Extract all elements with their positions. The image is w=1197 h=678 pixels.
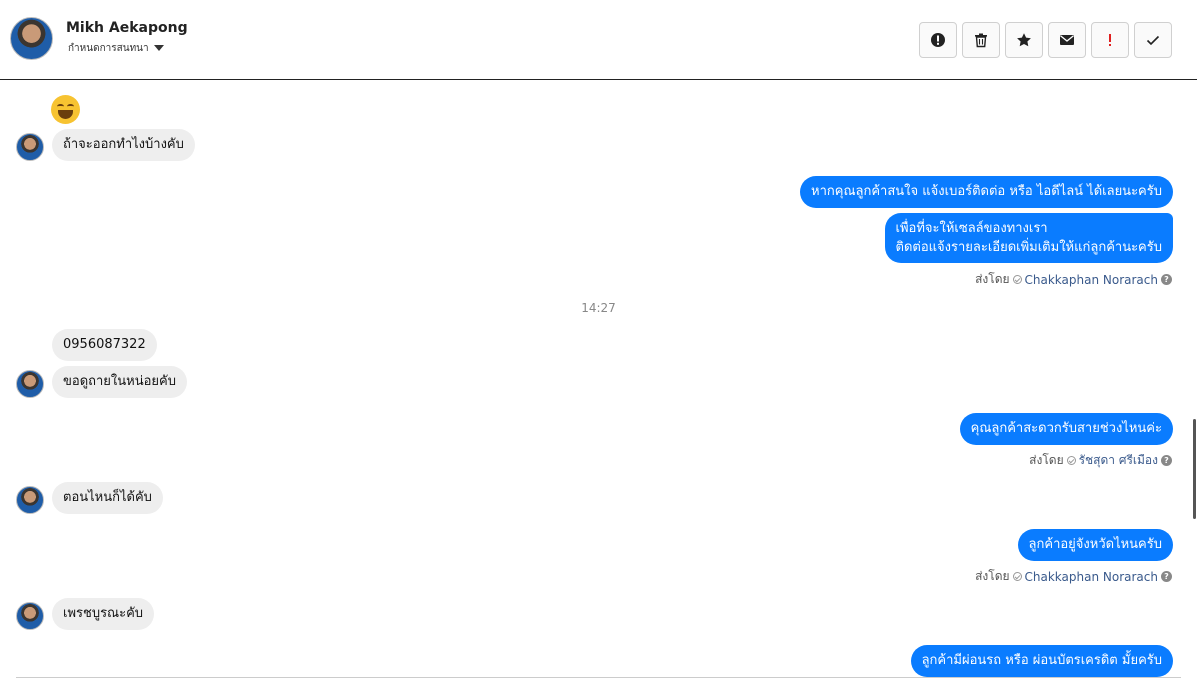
check-icon: [1146, 35, 1160, 46]
help-icon[interactable]: ?: [1161, 455, 1172, 466]
sent-by-row: ส่งโดย Chakkaphan Norarach ?: [975, 567, 1172, 586]
agent-name[interactable]: Chakkaphan Norarach: [1025, 570, 1158, 584]
contact-avatar[interactable]: [10, 17, 53, 60]
mail-button[interactable]: [1048, 22, 1086, 58]
trash-icon: [975, 33, 987, 48]
sent-by-label: ส่งโดย: [1029, 453, 1064, 467]
star-button[interactable]: [1005, 22, 1043, 58]
done-button[interactable]: [1134, 22, 1172, 58]
message-thread[interactable]: ถ้าจะออกทำไงบ้างคับ หากคุณลูกค้าสนใจ แจ้…: [0, 81, 1197, 678]
verified-check-icon: [1066, 456, 1076, 465]
alert-circle-icon: [931, 33, 945, 47]
sent-by-label: ส่งโดย: [975, 569, 1010, 583]
chat-header: Mikh Aekapong กำหนดการสนทนา: [0, 0, 1197, 80]
verified-check-icon: [1012, 572, 1022, 581]
sent-by-row: ส่งโดย Chakkaphan Norarach ?: [975, 270, 1172, 289]
message-bubble-outgoing[interactable]: คุณลูกค้าสะดวกรับสายช่วงไหนค่ะ: [959, 413, 1173, 445]
sender-avatar[interactable]: [16, 133, 44, 161]
message-bubble-incoming[interactable]: เพรชบูรณะคับ: [52, 598, 155, 630]
action-toolbar: [919, 22, 1172, 58]
contact-name[interactable]: Mikh Aekapong: [66, 20, 188, 36]
scrollbar-thumb[interactable]: [1193, 419, 1196, 519]
message-line: ติดต่อแจ้งรายละเอียดเพิ่มเติมให้แก่ลูกค้…: [895, 240, 1162, 255]
message-bubble-incoming[interactable]: ถ้าจะออกทำไงบ้างคับ: [52, 129, 195, 161]
caret-down-icon: [153, 45, 164, 51]
agent-name[interactable]: รัชสุดา ศรีเมือง: [1079, 451, 1158, 470]
message-bubble-outgoing[interactable]: หากคุณลูกค้าสนใจ แจ้งเบอร์ติดต่อ หรือ ไอ…: [800, 176, 1173, 208]
sender-avatar[interactable]: [16, 486, 44, 514]
sender-avatar[interactable]: [16, 602, 44, 630]
message-bubble-incoming[interactable]: 0956087322: [52, 329, 157, 361]
exclamation-icon: [1109, 34, 1111, 46]
timestamp-divider: 14:27: [581, 301, 616, 315]
message-line: เพื่อที่จะให้เซลล์ของทางเรา: [895, 221, 1048, 236]
conversation-settings-dropdown[interactable]: กำหนดการสนทนา: [68, 41, 164, 56]
laughing-emoji-icon: [51, 95, 80, 124]
help-icon[interactable]: ?: [1161, 274, 1172, 285]
conversation-settings-label: กำหนดการสนทนา: [68, 43, 149, 54]
message-bubble-outgoing[interactable]: ลูกค้ามีผ่อนรถ หรือ ผ่อนบัตรเครดิต มั้ยค…: [910, 645, 1173, 677]
message-bubble-outgoing[interactable]: ลูกค้าอยู่จังหวัดไหนครับ: [1017, 529, 1173, 561]
help-icon[interactable]: ?: [1161, 571, 1172, 582]
star-icon: [1017, 33, 1031, 47]
sent-by-label: ส่งโดย: [975, 272, 1010, 286]
sent-by-row: ส่งโดย รัชสุดา ศรีเมือง ?: [1029, 451, 1172, 470]
verified-check-icon: [1012, 275, 1022, 284]
message-bubble-outgoing[interactable]: เพื่อที่จะให้เซลล์ของทางเรา ติดต่อแจ้งรา…: [884, 213, 1173, 263]
message-bubble-incoming[interactable]: ตอนไหนก็ได้คับ: [52, 482, 163, 514]
alert-button[interactable]: [919, 22, 957, 58]
agent-name[interactable]: Chakkaphan Norarach: [1025, 273, 1158, 287]
sender-avatar[interactable]: [16, 370, 44, 398]
message-bubble-incoming[interactable]: ขอดูถายในหน่อยคับ: [52, 366, 187, 398]
important-button[interactable]: [1091, 22, 1129, 58]
envelope-icon: [1060, 35, 1074, 45]
delete-button[interactable]: [962, 22, 1000, 58]
